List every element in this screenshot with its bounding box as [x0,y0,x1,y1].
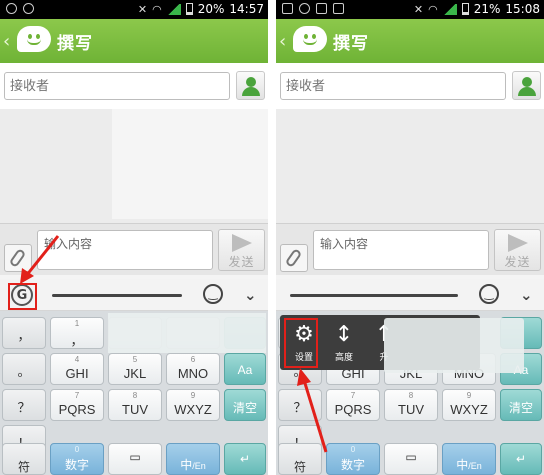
key-space[interactable]: ▭ [384,443,438,475]
blurred-toolbar-strip [52,294,182,297]
key-question[interactable]: ？ [2,389,46,421]
key-language[interactable]: 中/En [166,443,220,475]
notification-icon [282,3,293,14]
key-enter[interactable]: ↵ [500,443,542,475]
key-clear[interactable]: 清空 [500,389,542,421]
contact-icon [246,77,256,87]
blurred-toolbar-strip [290,294,458,297]
keyboard: ， 。 ？ ！ 1， 4GHI 5JKL 6MNO Aa 7PQRS 8TUV [0,311,268,475]
key-9[interactable]: 9 WXYZ [442,389,496,421]
phone-screen-right: ✕ ◠ 21% 15:08 ‹ 撰写 输入内容 发送 ‿ ⌄ [276,0,544,475]
battery-icon [185,3,193,15]
page-title: 撰写 [333,33,369,54]
paperclip-icon [284,248,303,268]
notification-icon [299,3,310,14]
wifi-icon: ◠ [152,2,162,16]
key-symbols[interactable]: 符 [2,443,46,475]
double-chevron-down-icon[interactable]: ⌄ [520,284,533,306]
key-enter[interactable]: ↵ [224,443,266,475]
signal-icon [166,3,181,15]
contact-icon [522,77,532,87]
mute-icon: ✕ [137,2,148,16]
annotation-highlight-box [8,283,37,310]
key-7[interactable]: 7 PQRS [50,389,104,421]
key-space[interactable]: ▭ [108,443,162,475]
key-symbols[interactable]: 符 [278,443,322,475]
recipient-row [276,63,544,109]
send-button[interactable]: 发送 [218,229,265,271]
key-case[interactable]: Aa [224,353,266,385]
send-label: 发送 [504,255,531,269]
notification-icon [316,3,327,14]
back-icon[interactable]: ‹ [3,31,15,52]
key-language[interactable]: 中/En [442,443,496,475]
compose-row: 输入内容 发送 [0,223,268,275]
back-icon[interactable]: ‹ [279,31,291,52]
signal-icon [442,3,457,15]
notification-icon [6,3,17,14]
blurred-region [112,109,268,219]
smiley-icon[interactable]: ‿ [479,284,499,304]
key-4[interactable]: 4GHI [50,353,104,385]
title-bar: ‹ 撰写 [0,19,268,63]
double-chevron-down-icon[interactable]: ⌄ [244,284,257,306]
add-contact-button[interactable] [236,71,265,100]
battery-percent: 21% [473,2,501,16]
blurred-region [384,318,524,373]
title-bar: ‹ 撰写 [276,19,544,63]
keyboard-toolbar: G ‿ ⌄ [0,279,268,311]
notification-icon [333,3,344,14]
message-area [276,109,544,223]
app-logo-icon[interactable] [17,26,51,56]
key-1[interactable]: 1， [50,317,104,349]
battery-percent: 20% [197,2,225,16]
send-button[interactable]: 发送 [494,229,541,271]
paperclip-icon [8,248,27,268]
key-numbers[interactable]: 0 数字 [326,443,380,475]
key-clear[interactable]: 清空 [224,389,266,421]
key-question[interactable]: ？ [278,389,322,421]
send-icon [507,234,528,252]
key-comma[interactable]: ， [2,317,46,349]
recipient-row [0,63,268,109]
app-logo-icon[interactable] [293,26,327,56]
status-bar: ✕ ◠ 21% 15:08 [276,0,544,19]
recipient-input[interactable] [280,72,506,100]
page-title: 撰写 [57,33,93,54]
content-input[interactable]: 输入内容 [313,230,489,270]
phone-screen-left: ✕ ◠ 20% 14:57 ‹ 撰写 输入内容 发送 G ‿ [0,0,268,475]
key-8[interactable]: 8 TUV [384,389,438,421]
wifi-icon: ◠ [428,2,438,16]
status-bar: ✕ ◠ 20% 14:57 [0,0,268,19]
popup-height-button[interactable]: ↕ 高度 [324,319,364,367]
send-label: 发送 [228,255,255,269]
add-contact-button[interactable] [512,71,541,100]
status-time: 15:08 [505,2,540,16]
mute-icon: ✕ [413,2,424,16]
attach-button[interactable] [4,244,32,272]
attach-button[interactable] [280,244,308,272]
status-time: 14:57 [229,2,264,16]
height-label: 高度 [334,353,353,363]
vertical-arrows-icon: ↕ [334,322,354,347]
keyboard-toolbar: ‿ ⌄ [276,279,544,311]
screen-divider [268,0,276,475]
key-8[interactable]: 8 TUV [108,389,162,421]
battery-icon [461,3,469,15]
annotation-highlight-box [284,318,318,368]
key-5[interactable]: 5JKL [108,353,162,385]
key-period[interactable]: 。 [2,353,46,385]
key-6[interactable]: 6MNO [166,353,220,385]
send-icon [231,234,252,252]
key-9[interactable]: 9 WXYZ [166,389,220,421]
content-input[interactable]: 输入内容 [37,230,213,270]
blurred-region [108,313,266,353]
smiley-icon[interactable]: ‿ [203,284,223,304]
message-area [0,109,268,223]
recipient-input[interactable] [4,72,230,100]
key-numbers[interactable]: 0 数字 [50,443,104,475]
notification-icon [23,3,34,14]
compose-row: 输入内容 发送 [276,223,544,275]
key-7[interactable]: 7 PQRS [326,389,380,421]
